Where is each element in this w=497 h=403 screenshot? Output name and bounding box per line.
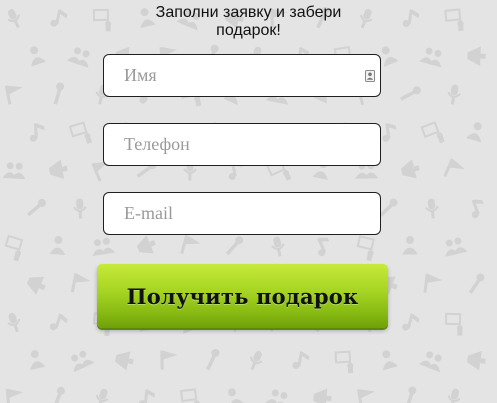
- pattern-doodle: [402, 236, 418, 255]
- pattern-doodle: [30, 46, 47, 67]
- pattern-doodle: [29, 123, 45, 142]
- pattern-doodle: [114, 351, 134, 371]
- pattern-doodle: [52, 386, 65, 403]
- pattern-doodle: [379, 198, 398, 217]
- pattern-doodle: [73, 198, 87, 219]
- name-field[interactable]: [103, 54, 381, 97]
- name-input[interactable]: [104, 55, 380, 96]
- pattern-doodle: [49, 159, 68, 179]
- pattern-doodle: [26, 276, 46, 295]
- pattern-doodle: [382, 350, 398, 371]
- pattern-doodle: [292, 351, 310, 369]
- pattern-doodle: [49, 313, 68, 331]
- pattern-doodle: [405, 386, 417, 403]
- pattern-doodle: [443, 158, 465, 177]
- pattern-doodle: [271, 236, 285, 257]
- pattern-doodle: [418, 351, 442, 373]
- pattern-doodle: [180, 234, 201, 255]
- form-title-line-1: Заполни заявку и забери: [155, 4, 342, 21]
- pattern-doodle: [206, 348, 220, 371]
- pattern-doodle: [445, 237, 468, 257]
- pattern-doodle: [467, 350, 486, 371]
- pattern-doodle: [5, 388, 24, 403]
- pattern-doodle: [423, 273, 443, 293]
- pattern-doodle: [227, 388, 245, 403]
- pattern-doodle: [138, 389, 156, 403]
- get-gift-button[interactable]: Получить подарок: [97, 264, 388, 328]
- email-field[interactable]: [103, 192, 381, 235]
- pattern-doodle: [49, 236, 66, 256]
- pattern-doodle: [425, 198, 439, 219]
- form-title: Заполни заявку и забери подарок!: [0, 4, 497, 40]
- pattern-doodle: [7, 312, 21, 333]
- pattern-doodle: [4, 85, 23, 105]
- pattern-doodle: [249, 350, 263, 371]
- pattern-doodle: [317, 237, 330, 257]
- pattern-doodle: [2, 162, 26, 180]
- pattern-doodle: [313, 388, 332, 403]
- phone-input[interactable]: [104, 124, 380, 165]
- pattern-doodle: [265, 389, 288, 403]
- pattern-doodle: [420, 121, 445, 144]
- form-title-line-2: подарок!: [216, 22, 281, 39]
- pattern-doodle: [400, 159, 420, 179]
- pattern-doodle: [447, 388, 461, 403]
- pattern-doodle: [26, 198, 46, 217]
- pattern-doodle: [92, 237, 116, 257]
- pattern-doodle: [466, 122, 482, 143]
- pattern-doodle: [70, 273, 91, 293]
- pattern-doodle: [66, 47, 90, 68]
- pattern-doodle: [468, 273, 485, 294]
- pattern-doodle: [444, 312, 463, 336]
- pattern-doodle: [419, 47, 442, 68]
- pattern-doodle: [53, 82, 65, 105]
- get-gift-button-label: Получить подарок: [126, 283, 359, 309]
- contact-card-icon: [365, 70, 375, 82]
- pattern-doodle: [179, 388, 200, 403]
- pattern-doodle: [400, 86, 421, 101]
- pattern-doodle: [447, 84, 461, 105]
- pattern-doodle: [136, 235, 156, 254]
- pattern-doodle: [471, 199, 484, 219]
- pattern-doodle: [402, 313, 420, 331]
- pattern-doodle: [467, 46, 486, 66]
- pattern-doodle: [30, 350, 46, 370]
- pattern-doodle: [225, 236, 244, 256]
- pattern-doodle: [95, 388, 109, 403]
- pattern-doodle: [382, 123, 397, 142]
- pattern-doodle: [71, 350, 95, 373]
- phone-field[interactable]: [103, 123, 381, 166]
- pattern-doodle: [357, 389, 375, 403]
- pattern-doodle: [68, 121, 93, 144]
- pattern-doodle: [160, 350, 178, 370]
- pattern-doodle: [4, 234, 24, 262]
- email-input[interactable]: [104, 193, 380, 234]
- pattern-doodle: [356, 235, 375, 262]
- pattern-doodle: [334, 350, 354, 374]
